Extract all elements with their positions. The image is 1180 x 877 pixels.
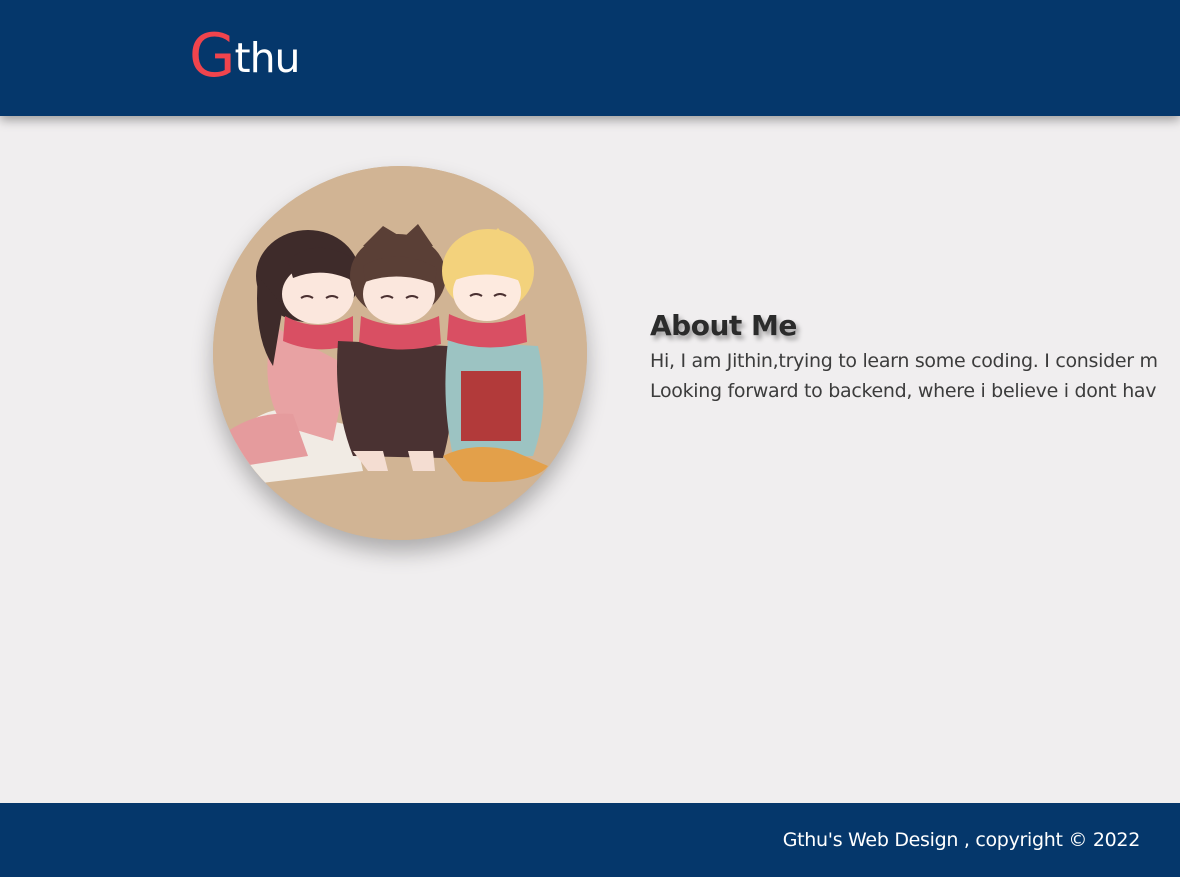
about-text-line-2: Looking forward to backend, where i beli… bbox=[650, 380, 1157, 402]
site-logo[interactable]: Gthu bbox=[189, 21, 301, 91]
site-header: Gthu bbox=[0, 0, 1180, 116]
profile-avatar bbox=[213, 166, 587, 540]
main-content: About Me Hi, I am Jithin,trying to learn… bbox=[0, 116, 1180, 803]
about-title: About Me bbox=[650, 309, 797, 342]
logo-text: thu bbox=[234, 34, 301, 82]
about-text-line-1: Hi, I am Jithin,trying to learn some cod… bbox=[650, 350, 1158, 372]
about-section: About Me Hi, I am Jithin,trying to learn… bbox=[650, 306, 1180, 406]
logo-initial: G bbox=[189, 21, 235, 91]
site-footer: Gthu's Web Design , copyright © 2022 bbox=[0, 803, 1180, 877]
anime-friends-illustration bbox=[213, 166, 587, 540]
copyright-text: Gthu's Web Design , copyright © 2022 bbox=[782, 829, 1141, 851]
